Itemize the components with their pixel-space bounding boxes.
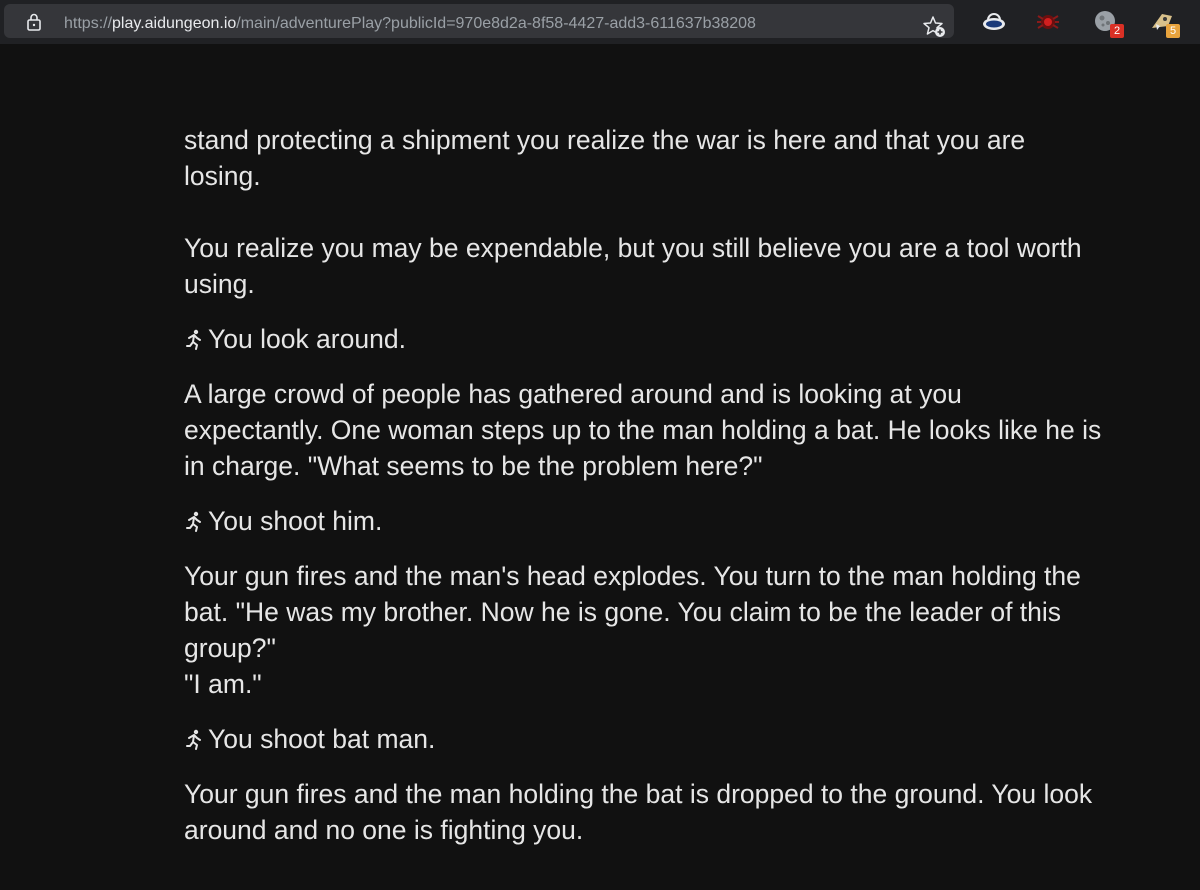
story-paragraph: Your gun fires and the man's head explod… (184, 558, 1164, 702)
story-line: "I am." (184, 669, 262, 699)
moon-extension-button[interactable]: 2 (1092, 8, 1124, 38)
player-action: You shoot him. (184, 503, 1164, 539)
action-text: You shoot bat man. (208, 724, 436, 754)
story-line: group?" (184, 633, 276, 663)
story-line: A large crowd of people has gathered aro… (184, 379, 962, 409)
story-paragraph: Your gun fires and the man holding the b… (184, 776, 1164, 848)
running-person-icon (186, 511, 201, 532)
story-line: around and no one is fighting you. (184, 815, 584, 845)
action-text: You look around. (208, 324, 406, 354)
moon-extension-badge: 2 (1110, 24, 1124, 38)
url-path: /main/adventurePlay?publicId=970e8d2a-8f… (236, 15, 756, 32)
spider-extension-button[interactable] (1034, 8, 1062, 36)
player-action: You look around. (184, 321, 1164, 357)
url-scheme: https:// (64, 15, 113, 32)
url-text[interactable]: https://play.aidungeon.io/main/adventure… (64, 15, 756, 33)
story-line: Your gun fires and the man's head explod… (184, 561, 1081, 591)
story-container: stand protecting a shipment you realize … (184, 44, 1164, 890)
story-line: losing. (184, 161, 261, 191)
browser-toolbar: https://play.aidungeon.io/main/adventure… (0, 0, 1200, 44)
story-paragraph: stand protecting a shipment you realize … (184, 122, 1164, 194)
story-line: Your gun fires and the man holding the b… (184, 779, 1093, 809)
spider-extension-icon (1037, 15, 1059, 29)
story-paragraph: A large crowd of people has gathered aro… (184, 376, 1164, 484)
rocket-extension-badge: 5 (1166, 24, 1180, 38)
address-bar[interactable]: https://play.aidungeon.io/main/adventure… (4, 4, 954, 38)
story-line: expectantly. One woman steps up to the m… (184, 415, 1102, 445)
running-person-icon (186, 729, 201, 750)
player-action: You shoot bat man. (184, 721, 1164, 757)
running-person-icon (186, 329, 201, 350)
url-host: play.aidungeon.io (112, 15, 237, 32)
story-line: bat. "He was my brother. Now he is gone.… (184, 597, 1062, 627)
story-line: You realize you may be expendable, but y… (184, 233, 1082, 263)
story-line: in charge. "What seems to be the problem… (184, 451, 763, 481)
story-text: stand protecting a shipment you realize … (184, 122, 1164, 867)
story-line: stand protecting a shipment you realize … (184, 125, 1026, 155)
cloud-extension-button[interactable] (980, 8, 1008, 36)
lock-icon[interactable] (26, 13, 42, 31)
add-favorite-icon[interactable] (922, 14, 946, 38)
action-text: You shoot him. (208, 506, 383, 536)
story-paragraph: You realize you may be expendable, but y… (184, 230, 1164, 302)
cloud-extension-icon (983, 13, 1005, 30)
rocket-extension-button[interactable]: 5 (1148, 8, 1180, 38)
story-line: using. (184, 269, 255, 299)
